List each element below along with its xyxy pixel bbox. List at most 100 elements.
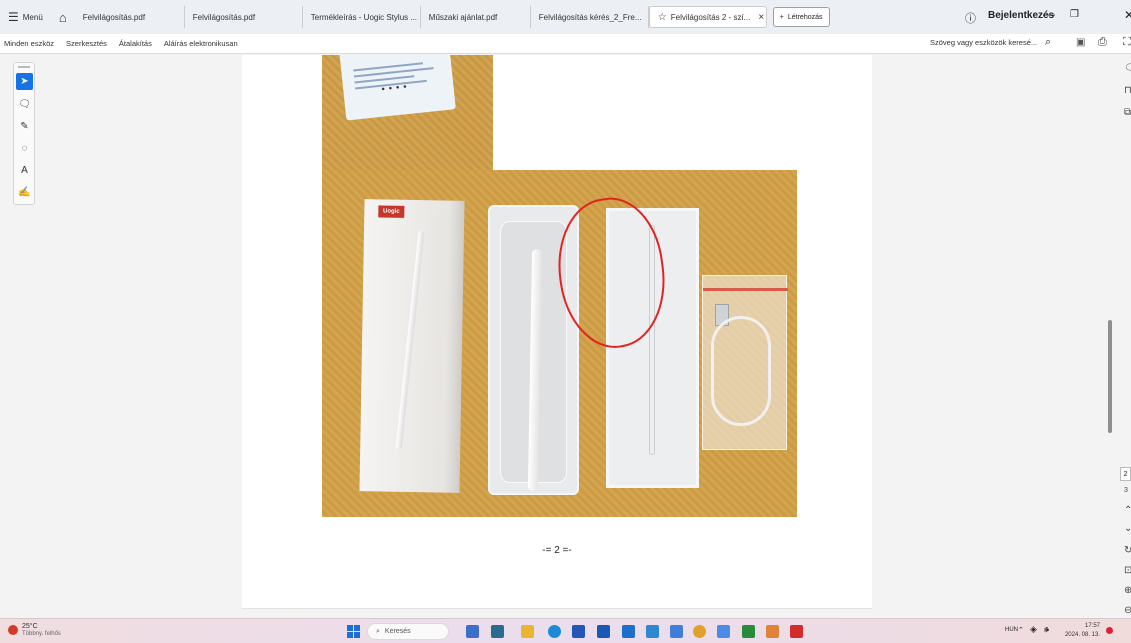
pen-tool-icon[interactable]: ✎ (16, 118, 33, 135)
rail-grip[interactable] (18, 66, 30, 68)
tab-bar: ☰ Menü ⌂ Felvilágosítás.pdf Felvilágosít… (0, 0, 1131, 34)
save-icon[interactable]: ▣ (1076, 37, 1085, 48)
product-box: Uogic (359, 199, 465, 493)
teams-icon[interactable] (646, 625, 659, 638)
network-app-icon[interactable]: ◈ (1030, 624, 1037, 635)
lasso-tool-icon[interactable]: ◌ (16, 140, 33, 157)
photo-product: Uogic (322, 170, 797, 517)
tab-document-5[interactable]: Felvilágosítás kérés_2_Fre... (531, 6, 649, 28)
tab-label: Felvilágosítás kérés_2_Fre... (538, 12, 642, 22)
page-current-box[interactable]: 2 (1120, 467, 1131, 481)
share-icon[interactable]: ⛶ (1123, 36, 1131, 49)
fit-page-icon[interactable]: ⊡ (1124, 565, 1131, 576)
tab-document-1[interactable]: Felvilágosítás.pdf (75, 6, 185, 28)
minimize-icon[interactable]: — (1043, 7, 1055, 21)
weather-icon (8, 625, 18, 635)
maximize-icon[interactable]: ❐ (1070, 9, 1079, 20)
document-workspace: ➤ 🗨 ✎ ◌ A ✍ ● ● ● ● Uogic -= 2 =- 🗨 ⊓ ⧉ … (0, 55, 1131, 618)
tab-label: Termékleírás - Uogic Stylus ... (310, 12, 418, 22)
toolbar-convert[interactable]: Átalakítás (113, 39, 158, 48)
language-indicator[interactable]: HUN (1005, 627, 1018, 633)
photo-manual: ● ● ● ● (322, 55, 493, 170)
pdf-page: ● ● ● ● Uogic -= 2 =- (242, 55, 872, 618)
messenger-icon[interactable] (717, 625, 730, 638)
new-tab-label: Létrehozás (787, 13, 823, 21)
search-input[interactable]: Szöveg vagy eszközök keresé... (930, 38, 1037, 47)
weather-widget[interactable]: 25°C Többny. felhős (8, 623, 61, 637)
store-icon[interactable] (572, 625, 585, 638)
tool-rail: ➤ 🗨 ✎ ◌ A ✍ (13, 62, 35, 205)
main-toolbar: Minden eszköz Szerkesztés Átalakítás Alá… (0, 34, 1131, 54)
brand-label: Uogic (378, 205, 405, 218)
new-tab-button[interactable]: + Létrehozás (772, 7, 830, 27)
tab-document-3[interactable]: Termékleírás - Uogic Stylus ... (303, 6, 421, 28)
search-icon: ⌕ (376, 627, 380, 635)
snip-tool-icon[interactable] (766, 625, 779, 638)
clock[interactable]: 17:57 2024. 08. 13. (1058, 622, 1100, 640)
comment-tool-icon[interactable]: 🗨 (16, 96, 33, 113)
tab-label: Felvilágosítás.pdf (192, 12, 256, 22)
zoom-in-icon[interactable]: ⊕ (1124, 585, 1131, 596)
select-tool-icon[interactable]: ➤ (16, 73, 33, 90)
page-up-icon[interactable]: ⌃ (1124, 505, 1131, 516)
task-view-icon[interactable] (491, 625, 504, 638)
word-icon[interactable] (597, 625, 610, 638)
close-window-icon[interactable]: ✕ (1124, 8, 1131, 22)
toolbar-all-tools[interactable]: Minden eszköz (0, 39, 60, 48)
bookmark-icon[interactable]: ⊓ (1124, 85, 1131, 96)
notification-icon[interactable] (1106, 627, 1113, 634)
print-icon[interactable]: ⎙ (1098, 36, 1107, 49)
cable-bag (702, 275, 788, 450)
search-icon[interactable]: ⌕ (1045, 36, 1051, 49)
pages-icon[interactable]: ⧉ (1124, 107, 1131, 118)
chrome-icon[interactable] (693, 625, 706, 638)
charging-cable (711, 316, 771, 426)
tab-document-2[interactable]: Felvilágosítás.pdf (185, 6, 303, 28)
camera-app-icon[interactable] (466, 625, 479, 638)
home-icon[interactable]: ⌂ (51, 10, 75, 25)
toolbar-esign[interactable]: Aláírás elektronikusan (158, 39, 244, 48)
mail-icon[interactable] (670, 625, 683, 638)
help-icon[interactable]: ⓘ (965, 10, 976, 26)
comment-panel-icon[interactable]: 🗨 (1124, 63, 1131, 74)
clock-time: 17:57 (1084, 623, 1100, 629)
bag-seal (703, 288, 788, 291)
stylus-print (395, 230, 425, 450)
zoom-out-icon[interactable]: ⊖ (1124, 605, 1131, 616)
weather-desc: Többny. felhős (22, 631, 61, 637)
tab-label: Felvilágosítás.pdf (82, 12, 146, 22)
taskbar-search[interactable]: ⌕ Keresés (367, 623, 449, 640)
weather-temp: 25°C (22, 623, 38, 630)
certification-marks: ● ● ● ● (381, 83, 409, 93)
outlook-icon[interactable] (622, 625, 635, 638)
refresh-icon[interactable]: ↻ (1124, 545, 1131, 556)
manual-card: ● ● ● ● (338, 55, 456, 121)
menu-label: Menü (22, 12, 43, 22)
page-total: 3 (1124, 487, 1128, 494)
windows-taskbar: 25°C Többny. felhős ⌕ Keresés ⌃ ⌃ ◈ HUN … (0, 618, 1131, 643)
plus-icon: + (779, 13, 784, 21)
tab-document-4[interactable]: Műszaki ajánlat.pdf (421, 6, 531, 28)
menu-button[interactable]: ☰ Menü (0, 0, 51, 34)
scrollbar-thumb[interactable] (1108, 320, 1112, 433)
chevron-up-icon[interactable]: ⌃ (1018, 626, 1024, 634)
toolbar-edit[interactable]: Szerkesztés (60, 39, 113, 48)
acrobat-icon[interactable] (790, 625, 803, 638)
page-number-text: -= 2 =- (542, 545, 572, 556)
edge-icon[interactable] (548, 625, 561, 638)
volume-icon[interactable]: 🕪 (1044, 625, 1049, 635)
text-box-tool-icon[interactable]: A (16, 162, 33, 179)
excel-icon[interactable] (742, 625, 755, 638)
taskbar-search-label: Keresés (384, 628, 411, 635)
tab-label: Műszaki ajánlat.pdf (428, 12, 498, 22)
page-down-icon[interactable]: ⌄ (1124, 523, 1131, 534)
signature-tool-icon[interactable]: ✍ (16, 184, 33, 201)
clock-date: 2024. 08. 13. (1064, 632, 1100, 638)
start-icon[interactable] (347, 625, 360, 638)
file-explorer-icon[interactable] (521, 625, 534, 638)
tab-label: Felvilágosítás 2 - szí... (670, 12, 751, 22)
hamburger-icon: ☰ (8, 10, 19, 24)
close-tab-icon[interactable]: × (758, 12, 764, 23)
star-icon[interactable]: ☆ (658, 12, 667, 23)
tab-document-active[interactable]: ☆ Felvilágosítás 2 - szí... × (648, 6, 767, 28)
